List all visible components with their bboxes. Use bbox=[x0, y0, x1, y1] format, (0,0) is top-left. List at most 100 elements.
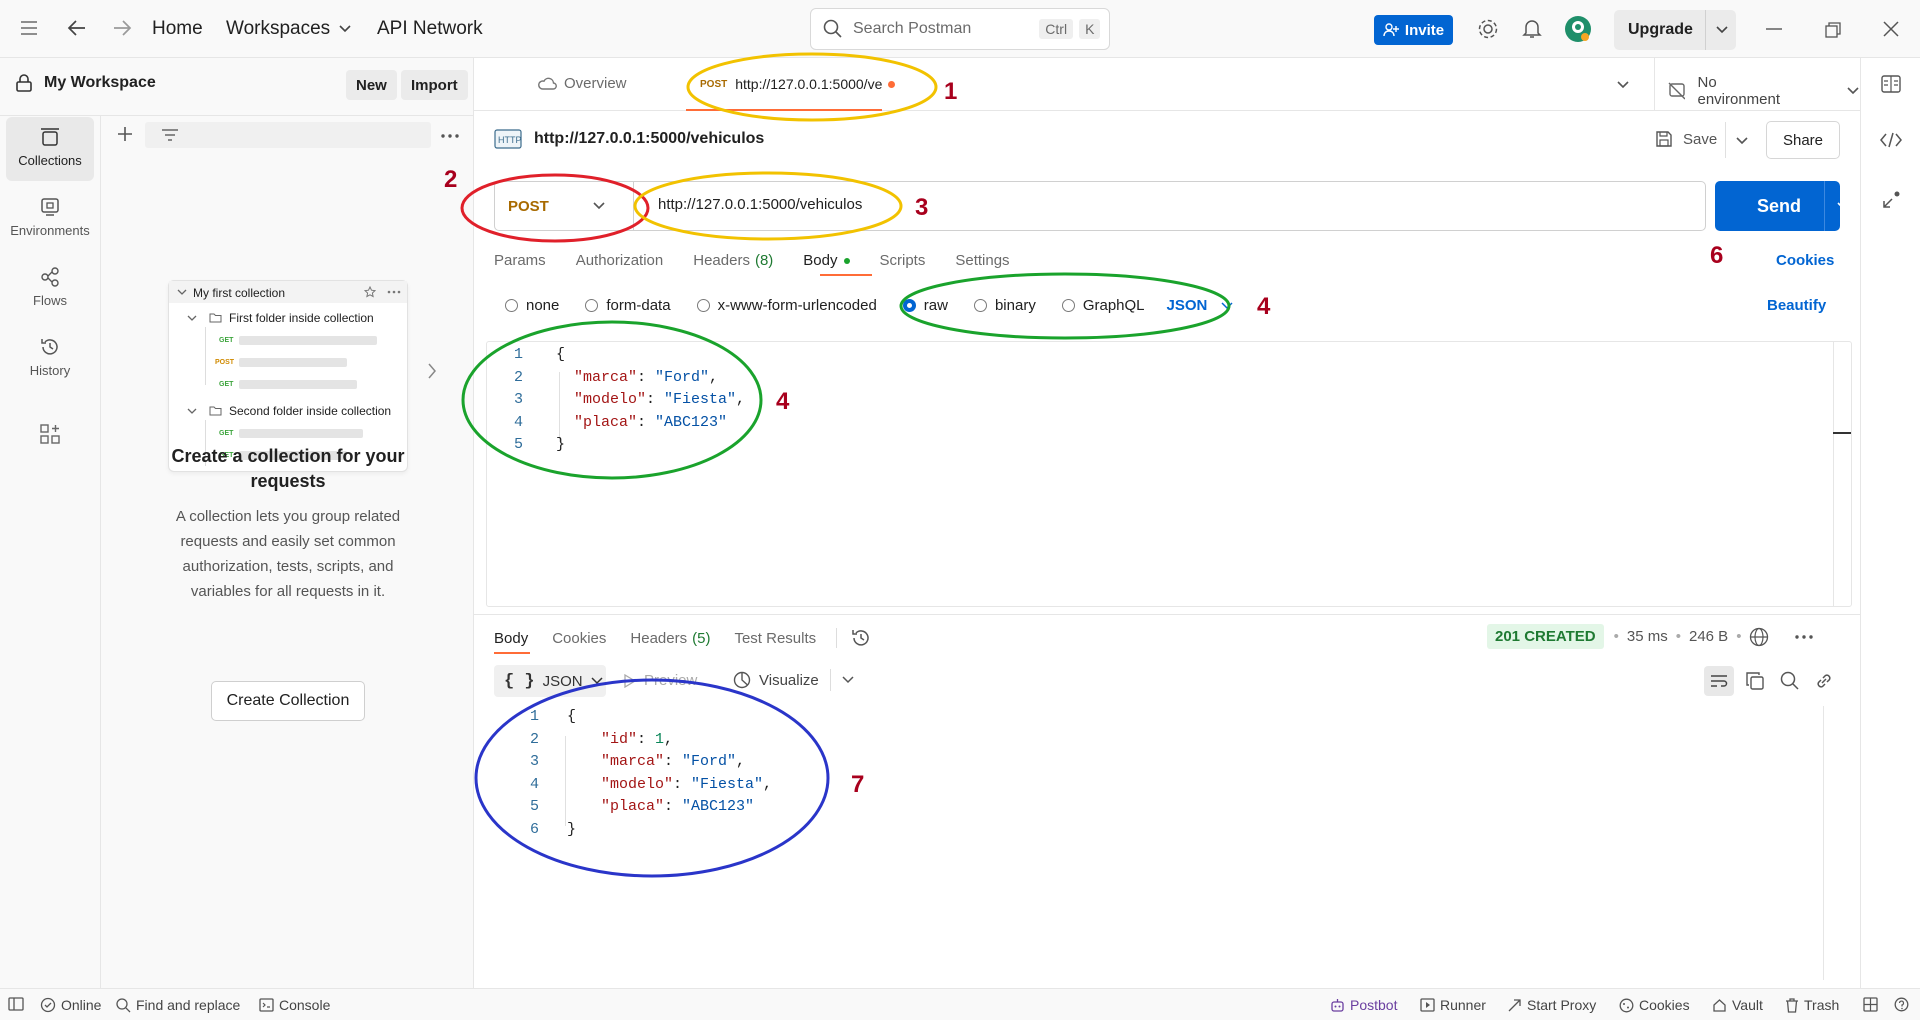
format-select[interactable]: JSON bbox=[1167, 297, 1234, 314]
documentation-icon[interactable] bbox=[1881, 75, 1901, 93]
add-tools-icon[interactable] bbox=[40, 424, 60, 444]
nav-workspaces[interactable]: Workspaces bbox=[226, 18, 352, 40]
postbot[interactable]: Postbot bbox=[1330, 997, 1397, 1013]
forward-arrow-icon[interactable] bbox=[112, 19, 132, 37]
url-input[interactable]: http://127.0.0.1:5000/vehiculos bbox=[658, 196, 862, 213]
chevron-right-icon[interactable] bbox=[427, 363, 437, 379]
preview-button[interactable]: Preview bbox=[624, 672, 697, 689]
chevron-down-icon[interactable] bbox=[1735, 136, 1749, 146]
radio-binary[interactable]: binary bbox=[973, 297, 1036, 314]
response-tab-test-results[interactable]: Test Results bbox=[734, 630, 816, 647]
tab-params[interactable]: Params bbox=[494, 252, 546, 269]
tab-authorization[interactable]: Authorization bbox=[576, 252, 664, 269]
close-icon[interactable] bbox=[1883, 21, 1899, 37]
chevron-down-icon[interactable] bbox=[1616, 80, 1630, 90]
response-format-select[interactable]: { } JSON bbox=[494, 665, 606, 697]
method-select[interactable]: POST bbox=[494, 181, 634, 231]
create-collection-button[interactable]: Create Collection bbox=[211, 681, 365, 721]
share-button[interactable]: Share bbox=[1766, 121, 1840, 159]
online-status[interactable]: Online bbox=[40, 997, 101, 1013]
add-icon[interactable] bbox=[117, 126, 133, 142]
radio-urlencoded[interactable]: x-www-form-urlencoded bbox=[696, 297, 877, 314]
layout-icon[interactable] bbox=[1863, 997, 1878, 1012]
tab-scripts[interactable]: Scripts bbox=[880, 252, 926, 269]
postbot-label: Postbot bbox=[1350, 997, 1398, 1013]
trash[interactable]: Trash bbox=[1785, 997, 1839, 1013]
send-button[interactable]: Send bbox=[1715, 181, 1840, 231]
environment-label: No environment bbox=[1697, 74, 1781, 108]
new-button[interactable]: New bbox=[346, 70, 397, 100]
braces-icon: { } bbox=[504, 671, 535, 691]
tab-settings[interactable]: Settings bbox=[955, 252, 1009, 269]
help-icon[interactable] bbox=[1894, 997, 1909, 1012]
avatar[interactable] bbox=[1564, 15, 1592, 43]
more-options-icon[interactable] bbox=[441, 134, 459, 138]
save-label: Save bbox=[1683, 130, 1718, 148]
rail-environments[interactable]: Environments bbox=[6, 187, 94, 251]
response-scrollbar[interactable] bbox=[1823, 706, 1824, 980]
wrap-lines-icon[interactable] bbox=[1704, 666, 1734, 696]
menu-icon[interactable] bbox=[20, 20, 38, 36]
vault[interactable]: Vault bbox=[1712, 997, 1763, 1013]
response-tab-cookies[interactable]: Cookies bbox=[552, 630, 606, 647]
radio-raw[interactable]: raw bbox=[902, 297, 948, 314]
toggle-sidebar-icon[interactable] bbox=[8, 997, 24, 1011]
rail-collections[interactable]: Collections bbox=[6, 117, 94, 181]
chevron-down-icon[interactable] bbox=[1836, 201, 1840, 211]
search-input[interactable]: Search Postman Ctrl K bbox=[810, 8, 1110, 50]
history-icon[interactable] bbox=[851, 628, 871, 648]
response-size[interactable]: 246 B bbox=[1689, 628, 1728, 645]
start-proxy[interactable]: Start Proxy bbox=[1507, 997, 1596, 1013]
runner-label: Runner bbox=[1440, 997, 1486, 1013]
tab-headers[interactable]: Headers (8) bbox=[693, 252, 773, 269]
settings-icon[interactable] bbox=[1477, 18, 1499, 40]
response-body-underline bbox=[494, 652, 530, 654]
radio-form-data[interactable]: form-data bbox=[585, 297, 671, 314]
chevron-down-icon[interactable] bbox=[1715, 25, 1729, 35]
beautify-link[interactable]: Beautify bbox=[1767, 297, 1826, 314]
related-icon[interactable] bbox=[1881, 190, 1901, 210]
filter-input[interactable] bbox=[145, 122, 431, 148]
radio-graphql[interactable]: GraphQL bbox=[1061, 297, 1145, 314]
card-skeleton bbox=[239, 429, 363, 438]
response-time[interactable]: 35 ms bbox=[1627, 628, 1668, 645]
tab-body[interactable]: Body bbox=[803, 252, 850, 269]
tab-active-request[interactable]: POST http://127.0.0.1:5000/ve bbox=[700, 76, 896, 92]
response-tab-headers[interactable]: Headers (5) bbox=[630, 630, 710, 647]
find-replace[interactable]: Find and replace bbox=[116, 997, 240, 1013]
save-button[interactable]: Save bbox=[1655, 130, 1717, 148]
code-icon[interactable] bbox=[1880, 132, 1902, 148]
request-title: http://127.0.0.1:5000/vehiculos bbox=[534, 130, 765, 147]
link-icon[interactable] bbox=[1814, 671, 1834, 691]
no-environment-icon bbox=[1668, 82, 1686, 100]
nav-api-network[interactable]: API Network bbox=[377, 18, 483, 40]
nav-home[interactable]: Home bbox=[152, 18, 203, 40]
cookies-status[interactable]: Cookies bbox=[1619, 997, 1690, 1013]
bell-icon[interactable] bbox=[1522, 18, 1542, 40]
globe-icon[interactable] bbox=[1749, 627, 1769, 647]
console[interactable]: Console bbox=[259, 997, 330, 1013]
copy-icon[interactable] bbox=[1746, 672, 1764, 690]
more-options-icon[interactable] bbox=[1795, 634, 1814, 639]
editor-scrollbar[interactable] bbox=[1833, 342, 1834, 606]
minimize-icon[interactable] bbox=[1766, 28, 1782, 30]
visualize-button[interactable]: Visualize bbox=[733, 671, 819, 689]
environment-selector[interactable]: No environment bbox=[1668, 74, 1860, 108]
back-arrow-icon[interactable] bbox=[67, 19, 87, 37]
restore-icon[interactable] bbox=[1825, 22, 1841, 38]
chevron-down-icon[interactable] bbox=[842, 676, 854, 684]
cookie-icon bbox=[1619, 998, 1634, 1012]
upgrade-button[interactable]: Upgrade bbox=[1614, 10, 1736, 50]
runner[interactable]: Runner bbox=[1420, 997, 1486, 1013]
invite-button[interactable]: Invite bbox=[1374, 15, 1453, 45]
workspace-header[interactable]: My Workspace bbox=[16, 74, 156, 92]
cookies-link[interactable]: Cookies bbox=[1776, 252, 1834, 269]
radio-none[interactable]: none bbox=[505, 297, 559, 314]
response-tab-body[interactable]: Body bbox=[494, 630, 528, 647]
status-badge[interactable]: 201 CREATED bbox=[1487, 624, 1604, 649]
tab-overview[interactable]: Overview bbox=[538, 75, 627, 92]
import-button[interactable]: Import bbox=[401, 70, 468, 100]
rail-history[interactable]: History bbox=[6, 327, 94, 391]
rail-flows[interactable]: Flows bbox=[6, 257, 94, 321]
search-icon[interactable] bbox=[1780, 671, 1800, 691]
